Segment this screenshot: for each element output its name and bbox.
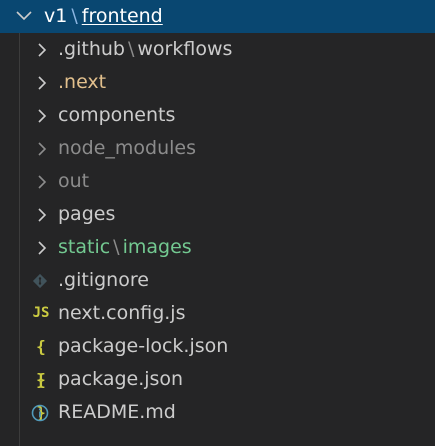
folder-row-node-modules[interactable]: node_modules xyxy=(0,132,435,165)
file-row-package-json[interactable]: { } package.json xyxy=(0,363,435,422)
folder-row-components[interactable]: components xyxy=(0,99,435,132)
folder-name: node_modules xyxy=(58,137,197,159)
chevron-right-icon xyxy=(38,109,47,123)
path-separator: \ xyxy=(71,5,78,27)
folder-label: .github \ workflows xyxy=(58,33,232,66)
git-icon xyxy=(32,273,48,289)
folder-label: static \ images xyxy=(58,231,192,264)
root-parent-name: v1 xyxy=(44,5,68,27)
folder-row-frontend[interactable]: v1 \ frontend xyxy=(0,0,435,33)
folder-row-static[interactable]: static \ images xyxy=(0,231,435,264)
file-name: next.config.js xyxy=(58,302,186,324)
json-icon: { } xyxy=(36,370,46,422)
folder-row-next[interactable]: .next xyxy=(0,66,435,99)
chevron-down-icon xyxy=(16,11,32,21)
folder-name: pages xyxy=(58,203,116,225)
folder-row-out[interactable]: out xyxy=(0,165,435,198)
folder-name: .next xyxy=(58,71,107,93)
file-name: .gitignore xyxy=(58,269,149,291)
folder-row-github[interactable]: .github \ workflows xyxy=(0,33,435,66)
path-separator: \ xyxy=(113,236,120,258)
chevron-right-icon xyxy=(38,76,47,90)
root-folder-name: frontend xyxy=(81,5,163,27)
file-row-package-lock[interactable]: { } package-lock.json xyxy=(0,330,435,389)
json-icon: { } xyxy=(36,337,46,389)
chevron-right-icon xyxy=(38,241,47,255)
file-explorer: v1 \ frontend .github \ workflows .next comp… xyxy=(0,0,435,446)
folder-name: out xyxy=(58,170,90,192)
root-folder-label: v1 \ frontend xyxy=(44,0,163,33)
folder-row-pages[interactable]: pages xyxy=(0,198,435,231)
folder-name: .github xyxy=(58,38,125,60)
chevron-right-icon xyxy=(38,175,47,189)
folder-name: static xyxy=(58,236,111,258)
folder-subname: workflows xyxy=(137,38,233,60)
path-separator: \ xyxy=(127,38,135,60)
js-icon: JS xyxy=(32,305,50,321)
chevron-right-icon xyxy=(38,43,47,57)
file-name: package.json xyxy=(58,368,184,390)
file-name: package-lock.json xyxy=(58,335,229,357)
chevron-right-icon xyxy=(38,142,47,156)
file-row-gitignore[interactable]: .gitignore xyxy=(0,264,435,297)
chevron-right-icon xyxy=(38,208,47,222)
file-row-readme[interactable]: README.md xyxy=(0,396,435,429)
folder-name: components xyxy=(58,104,176,126)
file-name: README.md xyxy=(58,401,176,423)
file-row-next-config[interactable]: JS next.config.js xyxy=(0,297,435,330)
folder-subname: images xyxy=(122,236,192,258)
info-icon xyxy=(31,404,49,422)
